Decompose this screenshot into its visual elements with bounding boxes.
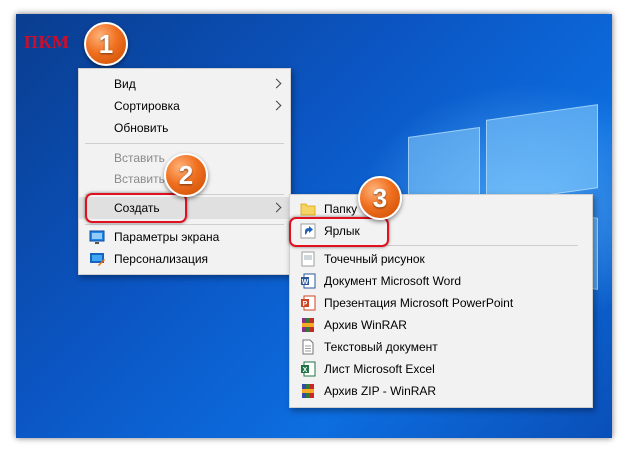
- menu-separator: [85, 143, 284, 144]
- submenu-item-winrar[interactable]: Архив WinRAR: [290, 314, 592, 336]
- excel-icon: X: [300, 361, 316, 377]
- bitmap-icon: [300, 251, 316, 267]
- menu-item-personalization[interactable]: Персонализация: [79, 248, 290, 270]
- submenu-item-zip-winrar[interactable]: Архив ZIP - WinRAR: [290, 380, 592, 402]
- menu-item-label: Вид: [114, 77, 136, 91]
- svg-text:X: X: [303, 367, 308, 374]
- menu-separator: [85, 224, 284, 225]
- highlight-shortcut: [289, 217, 389, 247]
- menu-item-view[interactable]: Вид: [79, 73, 290, 95]
- menu-item-label: Презентация Microsoft PowerPoint: [324, 296, 514, 310]
- menu-item-label: Лист Microsoft Excel: [324, 362, 435, 376]
- menu-item-sort[interactable]: Сортировка: [79, 95, 290, 117]
- display-settings-icon: [89, 229, 105, 245]
- submenu-item-powerpoint[interactable]: P Презентация Microsoft PowerPoint: [290, 292, 592, 314]
- winrar-icon: [300, 317, 316, 333]
- highlight-create: [85, 193, 187, 223]
- menu-item-label: Вставить: [114, 172, 165, 186]
- chevron-right-icon: [271, 202, 282, 213]
- folder-icon: [300, 201, 316, 217]
- menu-item-label: Вставить: [114, 151, 165, 165]
- step-1-badge: 1: [84, 22, 128, 66]
- menu-item-label: Обновить: [114, 121, 169, 135]
- windows-logo-pane: [486, 104, 598, 204]
- menu-item-label: Документ Microsoft Word: [324, 274, 462, 288]
- powerpoint-icon: P: [300, 295, 316, 311]
- submenu-item-text-document[interactable]: Текстовый документ: [290, 336, 592, 358]
- menu-item-label: Параметры экрана: [114, 230, 220, 244]
- menu-item-refresh[interactable]: Обновить: [79, 117, 290, 139]
- menu-item-label: Сортировка: [114, 99, 180, 113]
- right-click-label: ПКМ: [24, 32, 70, 52]
- submenu-item-bitmap[interactable]: Точечный рисунок: [290, 248, 592, 270]
- menu-item-display-settings[interactable]: Параметры экрана: [79, 226, 290, 248]
- menu-item-label: Текстовый документ: [324, 340, 438, 354]
- zip-winrar-icon: [300, 383, 316, 399]
- submenu-item-excel[interactable]: X Лист Microsoft Excel: [290, 358, 592, 380]
- svg-text:W: W: [302, 279, 309, 286]
- step-2-badge: 2: [164, 153, 208, 197]
- personalization-icon: [89, 251, 105, 267]
- word-icon: W: [300, 273, 316, 289]
- step-3-badge: 3: [358, 176, 402, 220]
- submenu-item-word[interactable]: W Документ Microsoft Word: [290, 270, 592, 292]
- svg-text:P: P: [303, 301, 308, 308]
- chevron-right-icon: [271, 100, 282, 111]
- menu-item-label: Архив ZIP - WinRAR: [324, 384, 437, 398]
- menu-item-label: Точечный рисунок: [324, 252, 425, 266]
- menu-item-label: Архив WinRAR: [324, 318, 407, 332]
- text-document-icon: [300, 339, 316, 355]
- menu-item-label: Персонализация: [114, 252, 209, 266]
- chevron-right-icon: [271, 78, 282, 89]
